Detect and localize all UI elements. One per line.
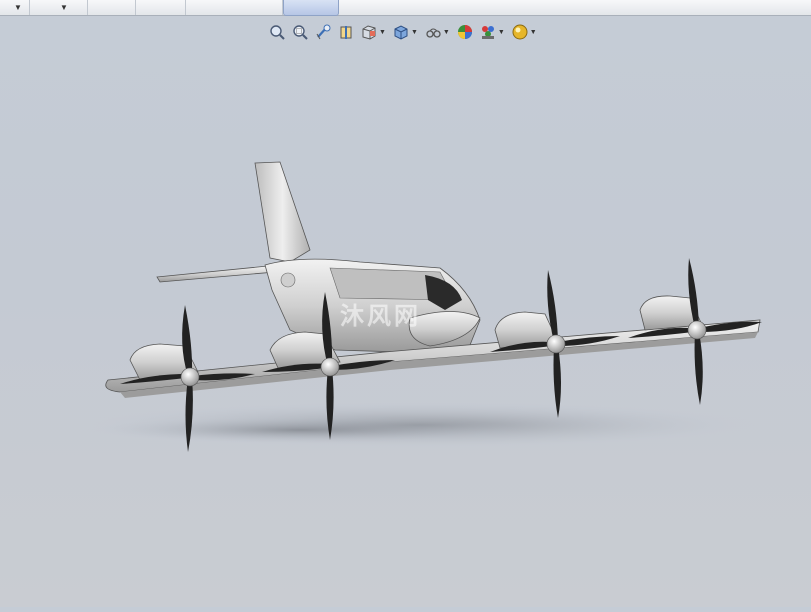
apply-scene-button[interactable] (479, 23, 497, 41)
display-style-icon (394, 25, 408, 40)
edit-appearance-icon (457, 25, 472, 39)
zoom-to-fit-button[interactable] (268, 23, 286, 41)
previous-view-icon (316, 24, 331, 40)
view-orientation-icon (362, 25, 376, 40)
command-manager-strip: ▼ ▼ (0, 0, 811, 16)
previous-view-button[interactable] (314, 23, 332, 41)
hide-show-items-icon (426, 28, 441, 38)
horizontal-stabilizer (156, 265, 276, 283)
tab-segment-3[interactable] (88, 0, 136, 15)
chevron-down-icon[interactable]: ▼ (443, 29, 450, 36)
zoom-to-area-icon (293, 25, 308, 40)
apply-scene-icon (481, 26, 494, 39)
hide-show-items-button[interactable] (424, 23, 442, 41)
active-tab[interactable] (283, 0, 339, 16)
tail-fin (254, 161, 311, 263)
heads-up-view-toolbar: ▼ ▼ ▼ ▼ ▼ (268, 22, 543, 42)
chevron-down-icon[interactable]: ▼ (530, 29, 537, 36)
section-view-icon (340, 26, 352, 39)
watermark: 沐风网 (340, 302, 421, 330)
view-settings-icon (512, 24, 528, 40)
view-orientation-button[interactable] (360, 23, 378, 41)
display-style-button[interactable] (392, 23, 410, 41)
chevron-down-icon[interactable]: ▼ (411, 29, 418, 36)
zoom-to-fit-icon (270, 25, 285, 40)
section-view-button[interactable] (337, 23, 355, 41)
chevron-down-icon[interactable]: ▼ (379, 29, 386, 36)
edit-appearance-button[interactable] (456, 23, 474, 41)
chevron-down-icon[interactable]: ▼ (14, 4, 22, 12)
view-settings-button[interactable] (511, 23, 529, 41)
tab-segment-1[interactable]: ▼ (0, 0, 30, 15)
graphics-viewport[interactable]: 沐风网 (0, 16, 811, 607)
tab-segment-4[interactable] (136, 0, 186, 15)
chevron-down-icon[interactable]: ▼ (60, 4, 68, 12)
tab-segment-5[interactable] (186, 0, 283, 15)
tab-segment-2[interactable]: ▼ (30, 0, 88, 15)
zoom-to-area-button[interactable] (291, 23, 309, 41)
chevron-down-icon[interactable]: ▼ (498, 29, 505, 36)
